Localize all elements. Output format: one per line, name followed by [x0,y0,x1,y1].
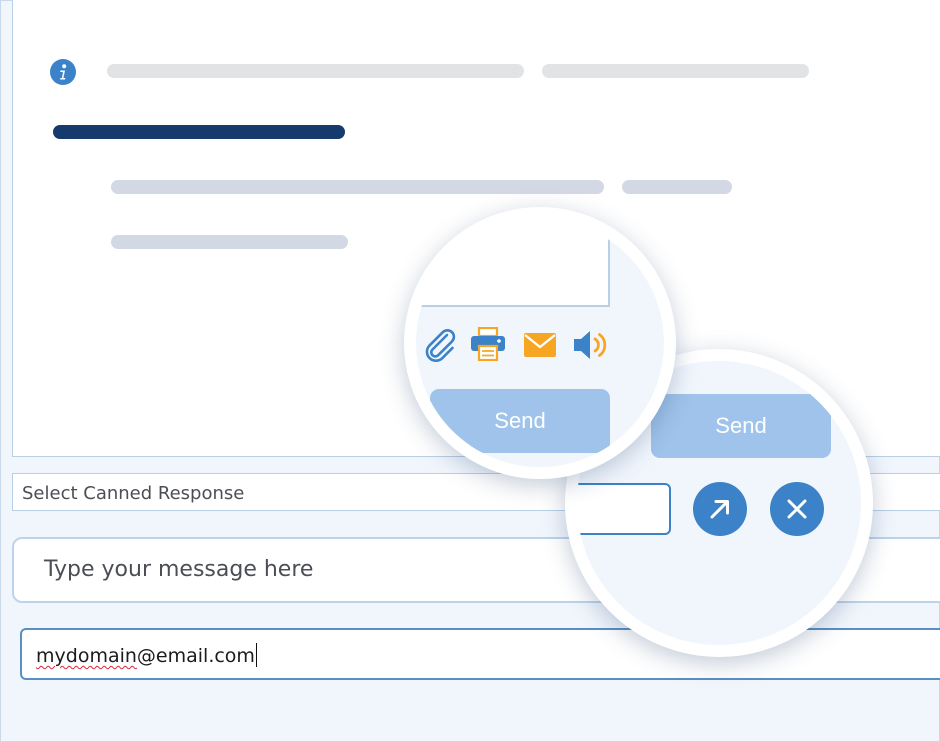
placeholder-line [107,64,524,78]
toolbar-send-button[interactable]: Send [430,389,610,453]
email-value-misspelled: mydomain [36,645,137,667]
printer-icon[interactable] [470,327,506,361]
envelope-icon[interactable] [524,333,556,357]
toolbar-send-label: Send [494,408,546,433]
popout-button[interactable] [693,482,747,536]
send-button-label: Send [715,413,767,438]
email-value-rest: @email.com [136,645,255,667]
text-caret [255,643,257,667]
arrow-up-right-icon [710,500,729,519]
message-placeholder: Type your message here [44,557,314,582]
canned-response-placeholder: Select Canned Response [22,483,245,504]
input-box-fragment [577,483,671,535]
paperclip-icon[interactable] [421,326,459,364]
transcript-fragment [416,219,610,307]
placeholder-line [111,235,348,249]
placeholder-heading [53,125,345,139]
speaker-icon[interactable] [572,328,610,362]
placeholder-line [542,64,809,78]
magnifier-toolbar: Send [404,207,676,479]
close-button[interactable] [770,482,824,536]
info-icon [50,59,76,85]
email-field[interactable]: mydomain@email.com [20,628,940,680]
send-button[interactable]: Send [651,394,831,458]
close-icon [787,499,807,519]
placeholder-line [111,180,604,194]
placeholder-line [622,180,732,194]
